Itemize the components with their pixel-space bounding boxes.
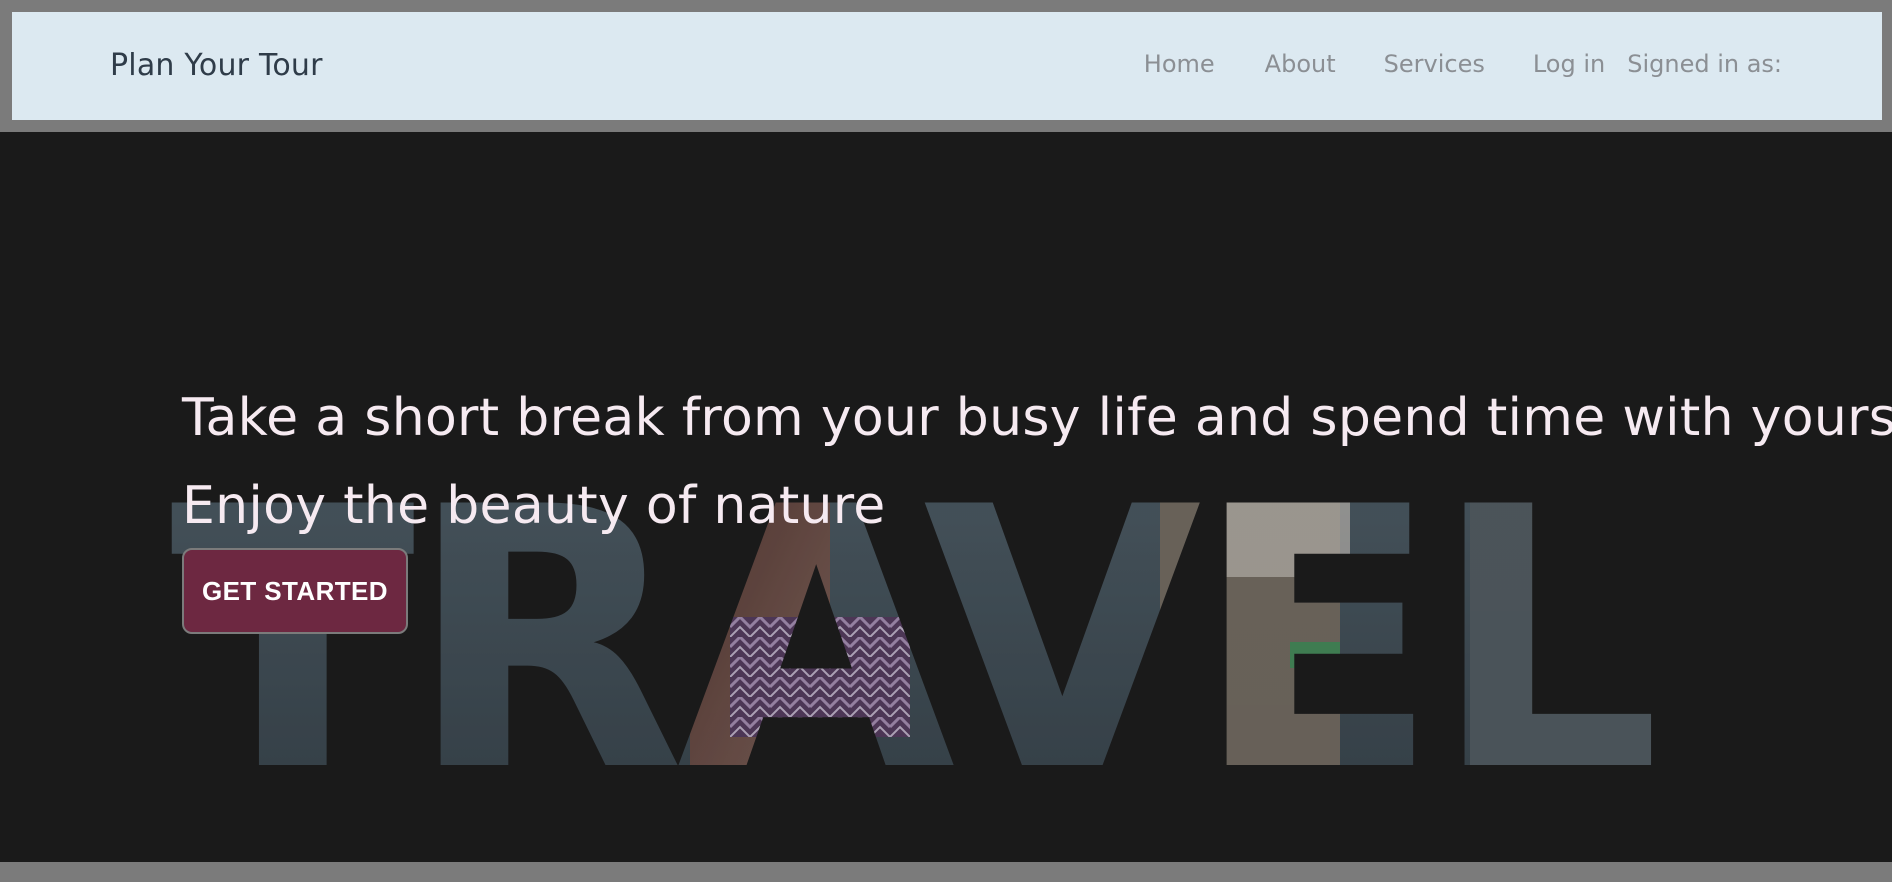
get-started-button[interactable]: GET STARTED (182, 548, 408, 634)
hero-subheadline: Enjoy the beauty of nature (182, 476, 886, 536)
hero-headline: Take a short break from your busy life a… (182, 388, 1892, 448)
brand-title[interactable]: Plan Your Tour (110, 48, 323, 83)
top-navbar: Plan Your Tour Home About Services Log i… (12, 12, 1882, 120)
nav-about-link[interactable]: About (1265, 50, 1336, 78)
nav-home-link[interactable]: Home (1144, 50, 1215, 78)
nav-services-link[interactable]: Services (1384, 50, 1485, 78)
nav-login-link[interactable]: Log in (1533, 50, 1605, 78)
signed-in-label: Signed in as: (1627, 50, 1782, 78)
nav-links: Home About Services Log in Signed in as: (1144, 50, 1782, 78)
bottom-strip (0, 862, 1892, 882)
